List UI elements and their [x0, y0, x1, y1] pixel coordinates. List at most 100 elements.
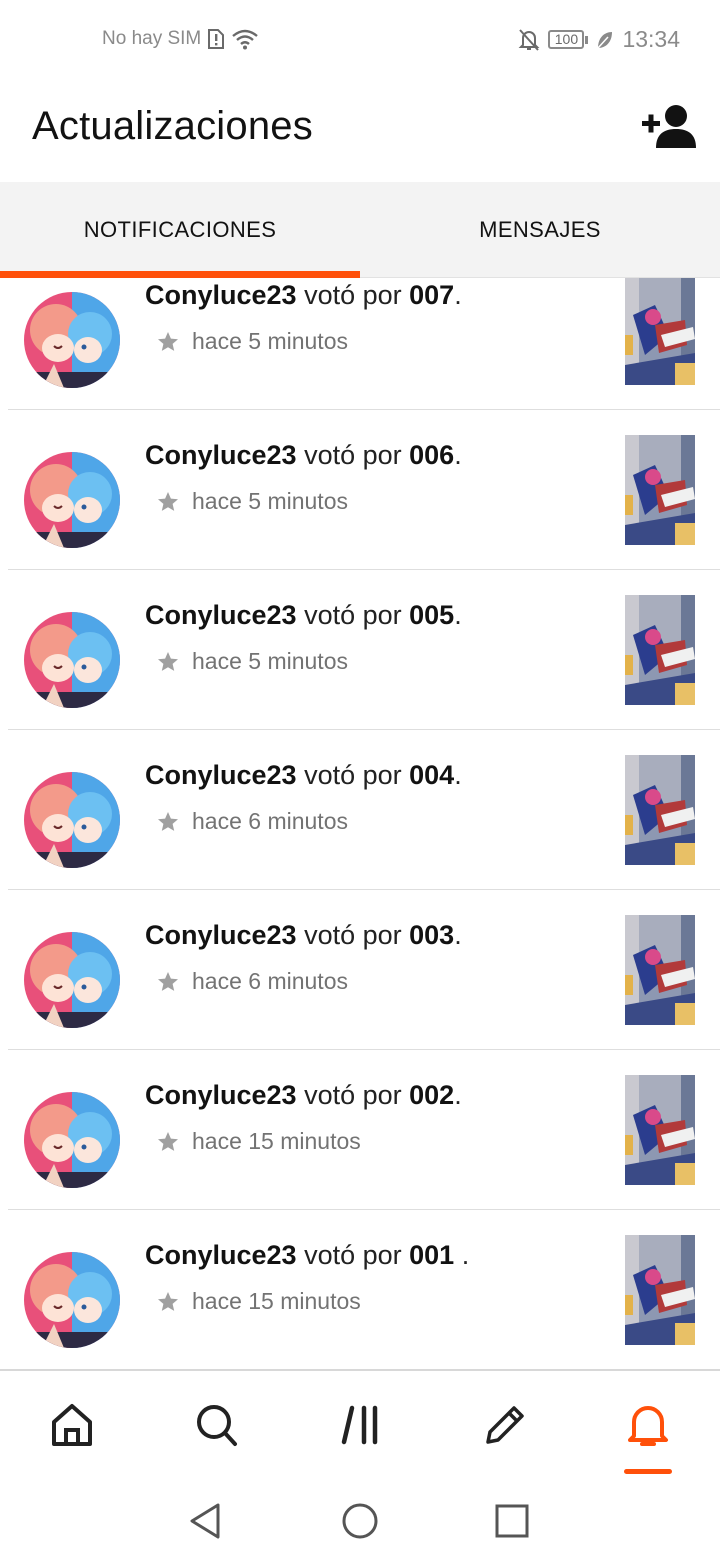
add-friend-button[interactable]: [640, 102, 698, 152]
star-icon: [158, 1131, 178, 1151]
notification-row[interactable]: Conyluce23 votó por 006. hace 5 minutos: [0, 410, 720, 570]
timestamp: hace 6 minutos: [192, 968, 348, 994]
nav-home[interactable]: [48, 1399, 96, 1451]
username[interactable]: Conyluce23: [145, 440, 297, 470]
notification-text: Conyluce23 votó por 006.: [145, 440, 462, 471]
back-icon[interactable]: [186, 1501, 226, 1541]
notification-meta: hace 6 minutos: [156, 808, 348, 835]
tab-notificaciones[interactable]: NOTIFICACIONES: [0, 182, 360, 278]
action-text: votó por: [296, 1240, 410, 1270]
story-cover[interactable]: [625, 1075, 695, 1185]
star-icon: [158, 651, 178, 671]
notification-text: Conyluce23 votó por 003.: [145, 920, 462, 951]
period: .: [454, 280, 462, 310]
leaf-icon: [597, 31, 613, 49]
period: .: [454, 440, 462, 470]
status-left: No hay SIM: [102, 28, 259, 50]
notification-meta: hace 6 minutos: [156, 968, 348, 995]
nav-search[interactable]: [192, 1399, 240, 1451]
avatar[interactable]: [24, 612, 120, 708]
story-cover[interactable]: [625, 755, 695, 865]
recents-icon[interactable]: [492, 1501, 532, 1541]
nav-write[interactable]: [480, 1399, 528, 1451]
username[interactable]: Conyluce23: [145, 920, 297, 950]
story-part[interactable]: 004: [409, 760, 454, 790]
username[interactable]: Conyluce23: [145, 760, 297, 790]
wifi-icon: [232, 29, 259, 50]
timestamp: hace 5 minutos: [192, 328, 348, 354]
story-cover[interactable]: [625, 278, 695, 385]
story-part[interactable]: 007: [409, 280, 454, 310]
library-icon: [341, 1405, 378, 1445]
period: .: [454, 1080, 462, 1110]
timestamp: hace 15 minutos: [192, 1288, 361, 1314]
bottom-nav: [0, 1369, 720, 1483]
action-text: votó por: [296, 600, 410, 630]
timestamp: hace 5 minutos: [192, 648, 348, 674]
story-part[interactable]: 006: [409, 440, 454, 470]
carrier-text: No hay SIM: [102, 28, 202, 49]
story-cover[interactable]: [625, 435, 695, 545]
status-bar: No hay SIM 100 13:34: [0, 0, 720, 84]
action-text: votó por: [296, 920, 410, 950]
pencil-icon: [486, 1406, 524, 1444]
story-cover[interactable]: [625, 1235, 695, 1345]
star-icon: [158, 331, 178, 351]
period: .: [454, 760, 462, 790]
notification-list[interactable]: Conyluce23 votó por 007. hace 5 minutos: [0, 278, 720, 1369]
home-circle-icon[interactable]: [340, 1501, 380, 1541]
notification-row[interactable]: Conyluce23 votó por 002. hace 15 minutos: [0, 1050, 720, 1210]
bell-off-icon: [519, 28, 540, 51]
app-header: Actualizaciones: [0, 84, 720, 182]
timestamp: hace 5 minutos: [192, 488, 348, 514]
notification-meta: hace 5 minutos: [156, 488, 348, 515]
action-text: votó por: [296, 280, 410, 310]
action-text: votó por: [296, 440, 410, 470]
notification-meta: hace 5 minutos: [156, 328, 348, 355]
notification-row[interactable]: Conyluce23 votó por 005. hace 5 minutos: [0, 570, 720, 730]
username[interactable]: Conyluce23: [145, 1080, 297, 1110]
story-part[interactable]: 002: [409, 1080, 454, 1110]
tab-bar: NOTIFICACIONES MENSAJES: [0, 182, 720, 278]
story-part[interactable]: 001: [409, 1240, 462, 1270]
active-tab-indicator: [624, 1469, 672, 1474]
clock: 13:34: [622, 26, 680, 52]
action-text: votó por: [296, 1080, 410, 1110]
username[interactable]: Conyluce23: [145, 1240, 297, 1270]
search-icon: [197, 1405, 237, 1446]
system-nav: [0, 1483, 720, 1560]
avatar[interactable]: [24, 452, 120, 548]
story-part[interactable]: 003: [409, 920, 454, 950]
notification-meta: hace 15 minutos: [156, 1288, 361, 1315]
notification-text: Conyluce23 votó por 001 .: [145, 1240, 469, 1271]
notification-row[interactable]: Conyluce23 votó por 007. hace 5 minutos: [0, 278, 720, 410]
username[interactable]: Conyluce23: [145, 280, 297, 310]
timestamp: hace 6 minutos: [192, 808, 348, 834]
avatar[interactable]: [24, 772, 120, 868]
nav-notifications[interactable]: [624, 1399, 672, 1451]
avatar[interactable]: [24, 1252, 120, 1348]
notification-list-inner: Conyluce23 votó por 007. hace 5 minutos: [0, 278, 720, 1369]
home-icon: [52, 1404, 92, 1446]
notification-text: Conyluce23 votó por 005.: [145, 600, 462, 631]
period: .: [461, 1240, 470, 1270]
avatar[interactable]: [24, 292, 120, 388]
nav-library[interactable]: [336, 1399, 384, 1451]
notification-row[interactable]: Conyluce23 votó por 003. hace 6 minutos: [0, 890, 720, 1050]
story-part[interactable]: 005: [409, 600, 454, 630]
action-text: votó por: [296, 760, 410, 790]
avatar[interactable]: [24, 1092, 120, 1188]
star-icon: [158, 811, 178, 831]
add-person-icon: [642, 105, 696, 148]
story-cover[interactable]: [625, 595, 695, 705]
tab-mensajes[interactable]: MENSAJES: [360, 182, 720, 278]
avatar[interactable]: [24, 932, 120, 1028]
username[interactable]: Conyluce23: [145, 600, 297, 630]
notification-row[interactable]: Conyluce23 votó por 004. hace 6 minutos: [0, 730, 720, 890]
notification-row[interactable]: Conyluce23 votó por 001 . hace 15 minuto…: [0, 1210, 720, 1369]
story-cover[interactable]: [625, 915, 695, 1025]
star-icon: [158, 491, 178, 511]
timestamp: hace 15 minutos: [192, 1128, 361, 1154]
star-icon: [158, 971, 178, 991]
period: .: [454, 920, 462, 950]
